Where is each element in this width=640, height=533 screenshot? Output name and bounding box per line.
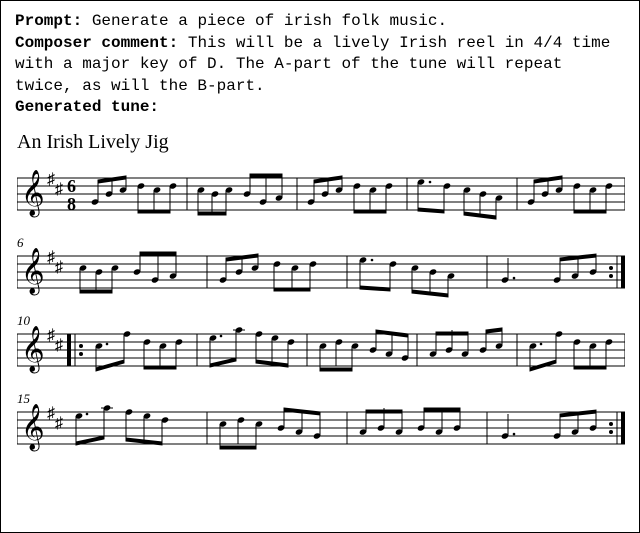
bar-number: 6 (17, 234, 24, 252)
bar-number: 10 (17, 312, 30, 330)
staff-svg: 𝄞 ♯ ♯ (17, 398, 625, 458)
note-group (429, 328, 503, 358)
staff-line-4: 15 𝄞 ♯ ♯ (17, 398, 623, 458)
sharp-icon: ♯ (55, 415, 63, 432)
note-group (501, 254, 597, 284)
note-group (417, 178, 503, 219)
comment-label: Composer comment: (15, 34, 178, 52)
treble-clef-icon: 𝄞 (21, 170, 45, 218)
sharp-icon: ♯ (47, 405, 55, 422)
treble-clef-icon: 𝄞 (21, 326, 45, 374)
music-score: 𝄞 ♯ ♯ 6 8 (15, 164, 625, 458)
note-group (209, 326, 295, 367)
note-group (359, 256, 455, 297)
prompt-text: Generate a piece of irish folk music. (82, 12, 447, 30)
time-sig-bot: 8 (67, 194, 76, 214)
treble-clef-icon: 𝄞 (21, 404, 45, 452)
staff-line-2: 6 𝄞 ♯ ♯ (17, 242, 623, 302)
staff-svg: 𝄞 ♯ ♯ 6 8 (17, 164, 625, 224)
sharp-icon: ♯ (47, 327, 55, 344)
treble-clef-icon: 𝄞 (21, 248, 45, 296)
note-group (75, 404, 169, 445)
staff-svg: 𝄞 ♯ ♯ (17, 242, 625, 302)
bar-number: 15 (17, 390, 30, 408)
staff-line-3: 10 𝄞 ♯ ♯ (17, 320, 623, 380)
header-block: Prompt: Generate a piece of irish folk m… (15, 11, 625, 119)
note-group (529, 330, 613, 371)
time-sig-top: 6 (67, 176, 76, 196)
staff-line-1: 𝄞 ♯ ♯ 6 8 (17, 164, 623, 224)
tune-title: An Irish Lively Jig (17, 129, 625, 156)
sharp-icon: ♯ (47, 249, 55, 266)
note-group (95, 330, 183, 371)
prompt-label: Prompt: (15, 12, 82, 30)
sharp-icon: ♯ (55, 181, 63, 198)
sharp-icon: ♯ (47, 171, 55, 188)
staff-svg: 𝄞 ♯ ♯ (17, 320, 625, 380)
sharp-icon: ♯ (55, 259, 63, 276)
sharp-icon: ♯ (55, 337, 63, 354)
note-group (501, 410, 597, 440)
generated-label: Generated tune: (15, 98, 159, 116)
